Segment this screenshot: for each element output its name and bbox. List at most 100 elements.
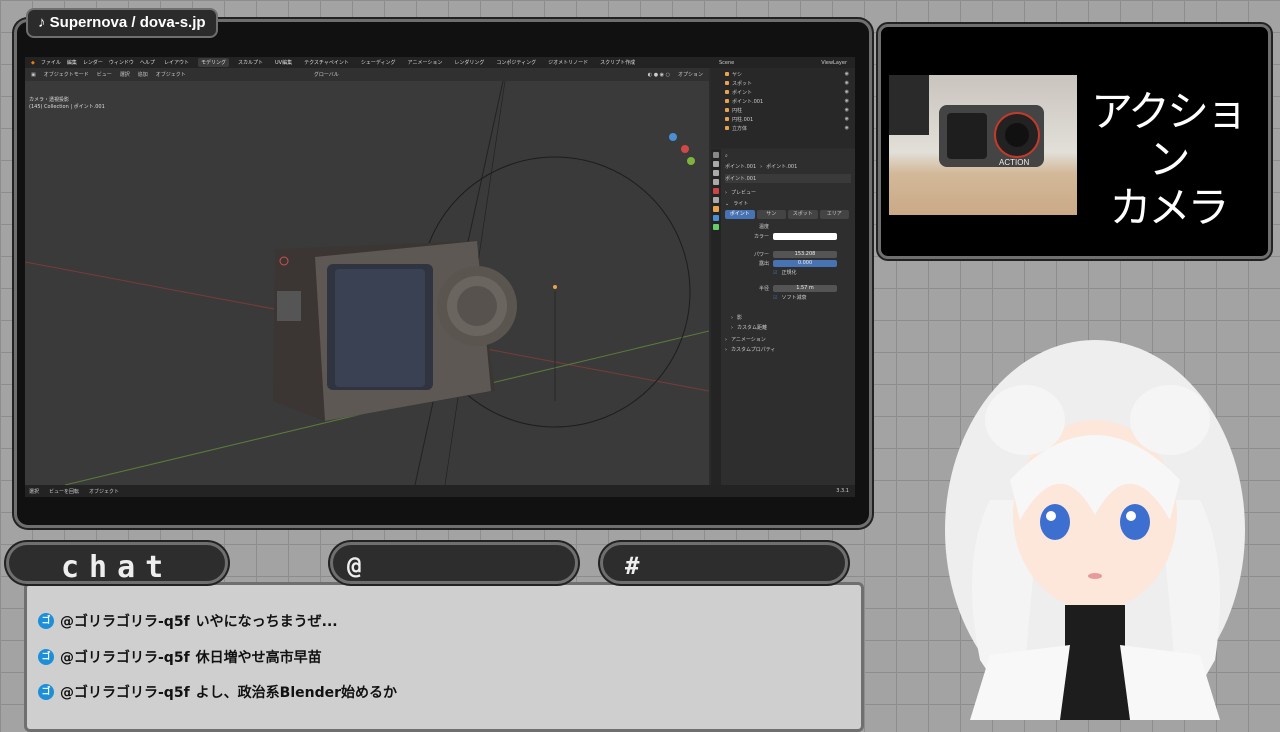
outliner-item[interactable]: ポイント ◉ — [711, 88, 855, 96]
eye-icon[interactable]: ◉ — [845, 89, 855, 95]
viewport-options[interactable]: オプション — [678, 71, 709, 78]
tab-rendering[interactable]: レンダリング — [451, 58, 487, 67]
eye-icon[interactable]: ◉ — [845, 98, 855, 104]
color-label: カラー — [753, 234, 769, 240]
status-object: オブジェクト — [89, 488, 120, 495]
panel-preview[interactable]: › プレビュー — [725, 188, 851, 197]
soft-falloff-label: ソフト減衰 — [781, 295, 807, 301]
menu-edit[interactable]: 編集 — [67, 59, 77, 66]
status-bar: 選択 ビューを回転 オブジェクト 3.3.1 — [25, 485, 855, 497]
outliner-item[interactable]: スポット ◉ — [711, 79, 855, 87]
outliner-item[interactable]: 立方体 ◉ — [711, 124, 855, 132]
props-breadcrumb: ポイント.001 › ポイント.001 — [725, 163, 798, 171]
tab-layout[interactable]: レイアウト — [161, 58, 192, 67]
eye-icon[interactable]: ◉ — [845, 71, 855, 77]
viewlayer-selector[interactable]: ViewLayer — [821, 60, 847, 66]
gizmo-z — [669, 133, 677, 141]
tab-modeling[interactable]: モデリング — [197, 58, 229, 67]
breadcrumb-object: ポイント.001 — [725, 164, 757, 170]
power-label: パワー — [753, 252, 769, 258]
object-icon — [725, 108, 729, 112]
tab-geometry-nodes[interactable]: ジオメトリノード — [545, 58, 591, 67]
tab-sculpt[interactable]: スカルプト — [235, 58, 266, 67]
panel-light[interactable]: ⌄ ライト — [725, 199, 851, 208]
color-swatch[interactable] — [773, 233, 837, 240]
tab-texture-paint[interactable]: テクスチャペイント — [301, 58, 352, 67]
physics-tab-icon[interactable] — [713, 215, 719, 221]
status-select: 選択 — [29, 488, 40, 495]
3d-viewport[interactable]: カメラ・透視投影 (145) Collection | ポイント.001 — [25, 81, 709, 485]
eye-icon[interactable]: ◉ — [845, 125, 855, 131]
radius-row: 半径 1.57 m — [725, 284, 851, 293]
search-icon: ⌕ — [725, 152, 728, 159]
world-tab-icon[interactable] — [713, 197, 719, 203]
light-type-spot[interactable]: スポット — [788, 210, 818, 219]
tab-shading[interactable]: シェーディング — [358, 58, 399, 67]
color-row: カラー — [725, 232, 851, 241]
light-type-point[interactable]: ポイント — [725, 210, 755, 219]
editor-type-icon[interactable]: ▣ — [31, 72, 36, 78]
tab-uv[interactable]: UV編集 — [272, 58, 295, 67]
menu-object[interactable]: オブジェクト — [156, 71, 186, 78]
menu-file[interactable]: ファイル — [41, 59, 61, 66]
light-data-tab-icon[interactable] — [713, 224, 719, 230]
menu-add[interactable]: 追加 — [138, 71, 148, 78]
tool-tab-icon[interactable] — [713, 152, 719, 158]
light-type-area[interactable]: エリア — [819, 210, 849, 219]
blender-app: ◆ ファイル 編集 レンダー ウィンドウ ヘルプ レイアウト モデリング スカル… — [25, 57, 855, 497]
camera-lens-inner — [457, 286, 497, 326]
checkbox-icon[interactable]: ☑ — [773, 270, 777, 276]
eye-icon[interactable]: ◉ — [845, 80, 855, 86]
output-tab-icon[interactable] — [713, 170, 719, 176]
temperature-label: 温度 — [758, 224, 769, 230]
outliner-item[interactable]: 円柱.001 ◉ — [711, 115, 855, 123]
outliner-item[interactable]: ヤシ ◉ — [711, 70, 855, 78]
panel-shadow[interactable]: › 影 — [731, 313, 855, 322]
avatar-mouth — [1088, 573, 1102, 579]
normalize-row[interactable]: ☑ 正規化 — [773, 268, 855, 277]
menu-render[interactable]: レンダー — [83, 59, 103, 66]
tab-compositing[interactable]: コンポジティング — [493, 58, 539, 67]
gizmo-x — [681, 145, 689, 153]
shading-buttons[interactable]: ◐ ● ◉ ○ — [648, 72, 670, 78]
object-tab-icon[interactable] — [713, 206, 719, 212]
panel-custom-distance[interactable]: › カスタム距離 — [731, 323, 855, 332]
preview-title: アクション カメラ — [1078, 88, 1258, 232]
transform-orientation[interactable]: グローバル — [314, 71, 339, 78]
tab-scripting[interactable]: スクリプト作成 — [597, 58, 638, 67]
scene-selector[interactable]: Scene — [719, 60, 734, 66]
render-tab-icon[interactable] — [713, 161, 719, 167]
blender-logo-icon[interactable]: ◆ — [31, 60, 35, 66]
checkbox-icon[interactable]: ☑ — [773, 295, 777, 301]
menu-window[interactable]: ウィンドウ — [109, 59, 134, 66]
avatar-right-eye-highlight — [1126, 511, 1136, 521]
avatar-top — [1060, 645, 1130, 720]
photo-illustration: ACTION — [889, 75, 1044, 167]
gizmo-y — [687, 157, 695, 165]
mode-select[interactable]: オブジェクトモード — [44, 71, 89, 78]
photo-background-stand — [889, 75, 929, 135]
panel-animation[interactable]: › アニメーション — [725, 335, 851, 344]
light-type-sun[interactable]: サン — [756, 210, 786, 219]
datablock-field[interactable]: ポイント.001 — [725, 174, 851, 183]
radius-field[interactable]: 1.57 m — [773, 285, 837, 292]
status-rotate: ビューを回転 — [49, 488, 80, 495]
scene-tab-icon[interactable] — [713, 188, 719, 194]
power-field[interactable]: 153.208 — [773, 251, 837, 258]
object-icon — [725, 90, 729, 94]
view-layer-tab-icon[interactable] — [713, 179, 719, 185]
props-search[interactable]: ⌕ — [725, 151, 851, 160]
menu-select[interactable]: 選択 — [120, 71, 130, 78]
menu-view[interactable]: ビュー — [97, 71, 112, 78]
youtube-user-icon: ゴ — [38, 613, 54, 629]
chat-tab: chat — [6, 542, 228, 585]
menu-help[interactable]: ヘルプ — [140, 59, 155, 66]
eye-icon[interactable]: ◉ — [845, 116, 855, 122]
exposure-field[interactable]: 0.000 — [773, 260, 837, 267]
tab-animation[interactable]: アニメーション — [405, 58, 446, 67]
outliner-item[interactable]: ポイント.001 ◉ — [711, 97, 855, 105]
outliner-item[interactable]: 円柱 ◉ — [711, 106, 855, 114]
soft-falloff-row[interactable]: ☑ ソフト減衰 — [773, 293, 855, 302]
eye-icon[interactable]: ◉ — [845, 107, 855, 113]
panel-custom-props[interactable]: › カスタムプロパティ — [725, 345, 851, 354]
